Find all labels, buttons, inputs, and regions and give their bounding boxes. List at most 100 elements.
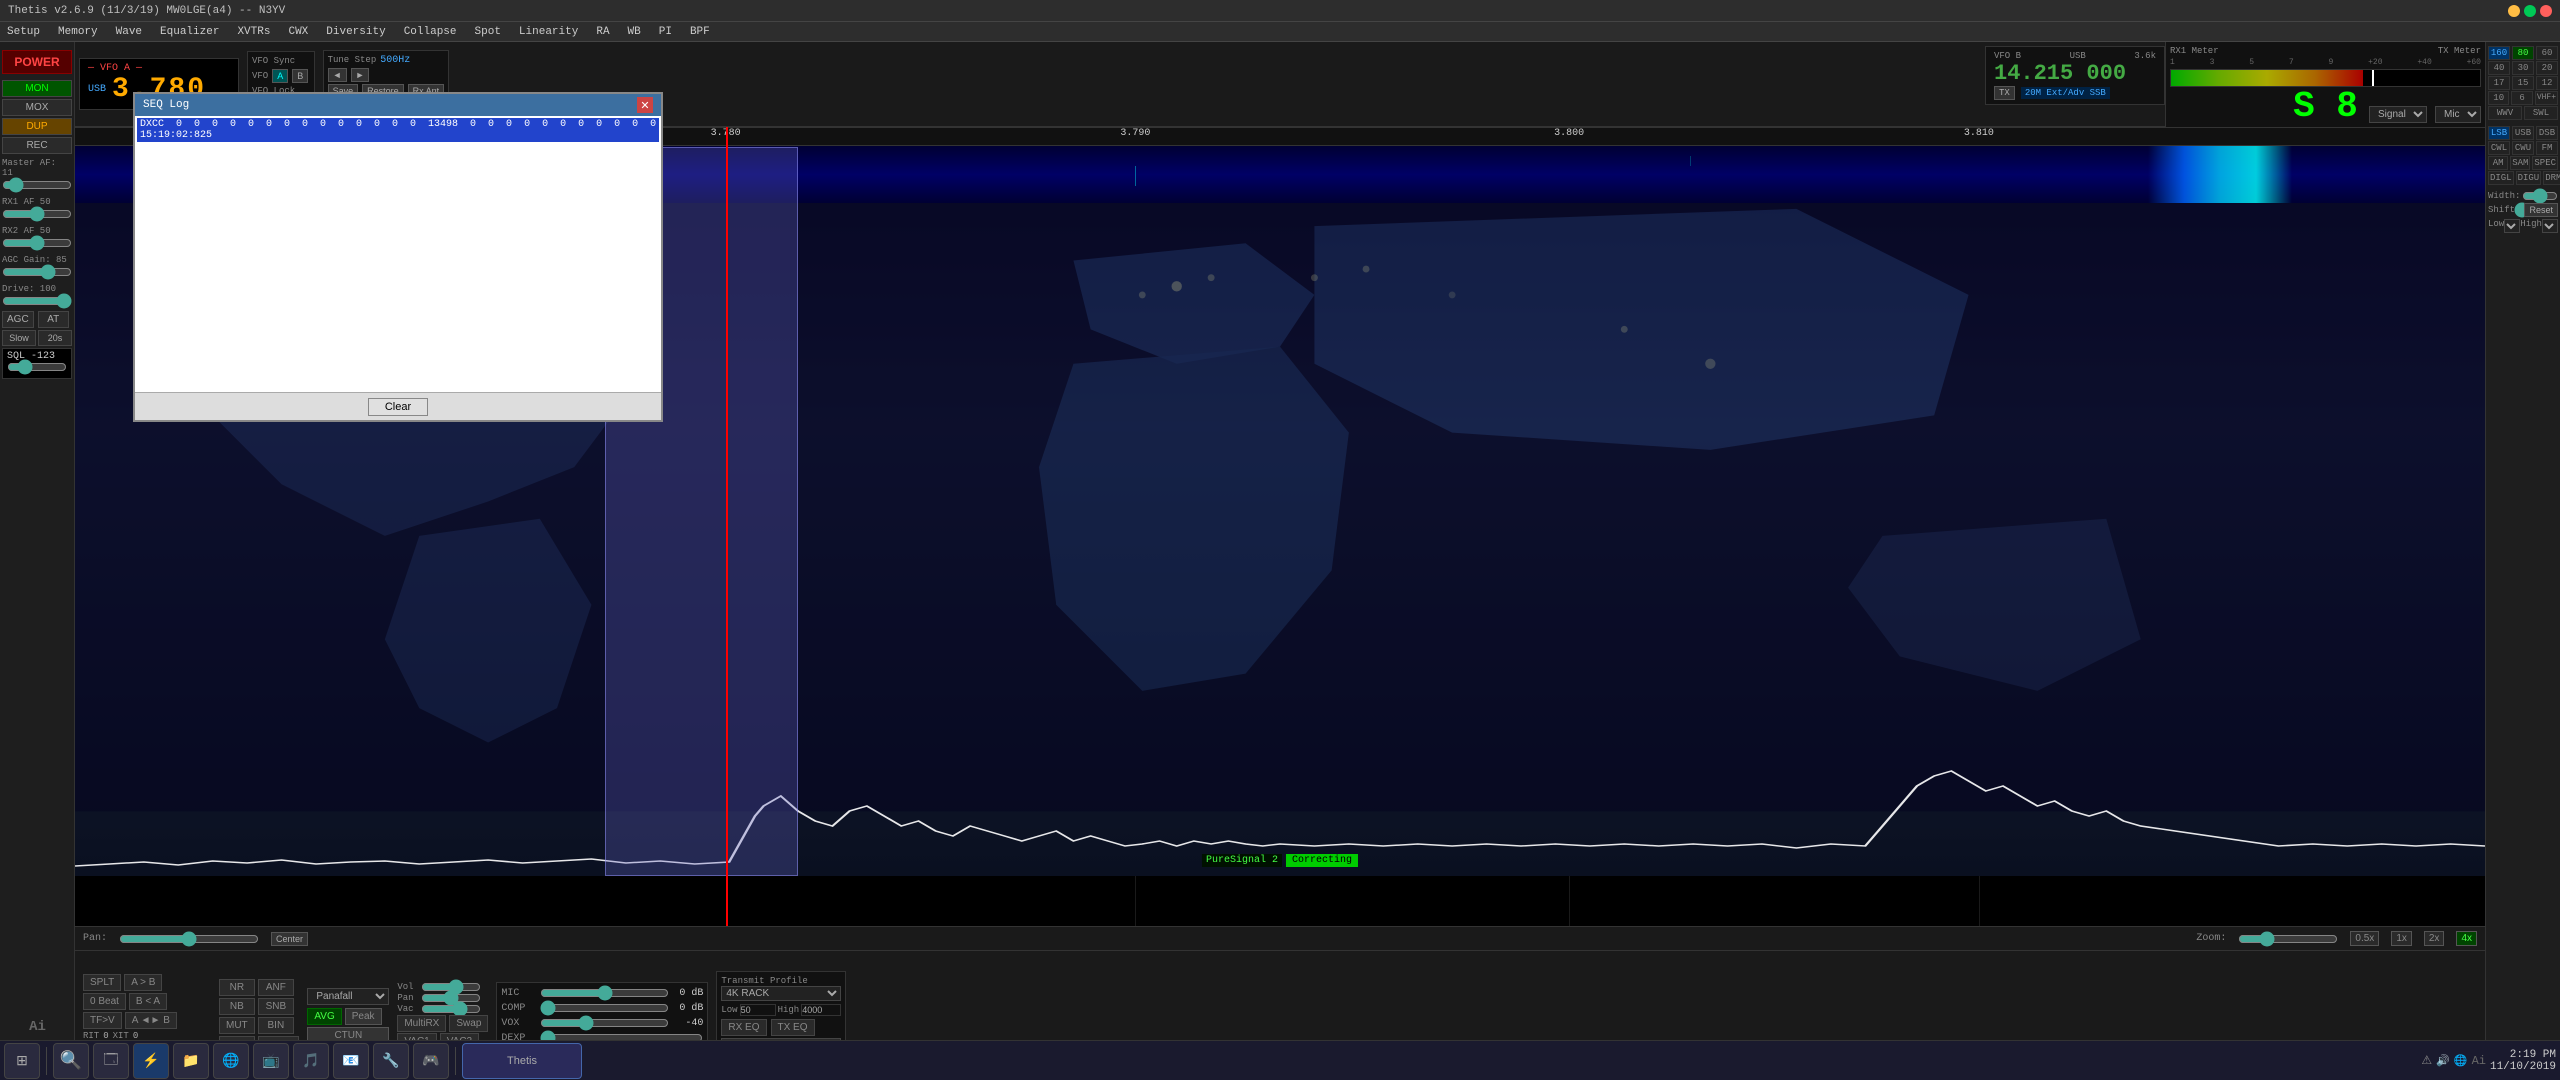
band-40-button[interactable]: 40 — [2488, 61, 2510, 75]
power-button[interactable]: POWER — [2, 50, 72, 74]
band-12-button[interactable]: 12 — [2536, 76, 2558, 90]
vox-slider[interactable] — [540, 1017, 669, 1029]
peak-button[interactable]: Peak — [345, 1008, 382, 1025]
low-filter-select[interactable]: Low — [2504, 219, 2520, 233]
mode-cwu-button[interactable]: CWU — [2512, 141, 2534, 155]
tf-sv-button[interactable]: TF>V — [83, 1012, 122, 1029]
agc-button[interactable]: AGC — [2, 311, 34, 328]
mode-am-button[interactable]: AM — [2488, 156, 2508, 170]
menu-ra[interactable]: RA — [593, 26, 612, 38]
taskbar-icon-10[interactable]: 🎮 — [413, 1043, 449, 1079]
a-to-b-button[interactable]: A > B — [124, 974, 162, 991]
zoom-slider[interactable] — [2238, 934, 2338, 944]
band-30-button[interactable]: 30 — [2512, 61, 2534, 75]
menu-wave[interactable]: Wave — [113, 26, 145, 38]
a-eq-b-button[interactable]: A ◄► B — [125, 1012, 177, 1029]
band-vhf-button[interactable]: VHF+ — [2535, 91, 2558, 105]
mode-digu-button[interactable]: DIGU — [2516, 171, 2542, 185]
anf-button[interactable]: ANF — [258, 979, 294, 996]
rec-button[interactable]: REC — [2, 137, 72, 154]
taskbar-icon-8[interactable]: 📧 — [333, 1043, 369, 1079]
multirx-button[interactable]: MultiRX — [397, 1015, 446, 1032]
snb-button[interactable]: SNB — [258, 998, 294, 1015]
menu-bpf[interactable]: BPF — [687, 26, 713, 38]
zoom-1x-button[interactable]: 1x — [2391, 931, 2412, 946]
tune-down-button[interactable]: ◄ — [328, 68, 347, 82]
nb-button[interactable]: NB — [219, 998, 255, 1015]
menu-collapse[interactable]: Collapse — [401, 26, 460, 38]
dup-button[interactable]: DUP — [2, 118, 72, 135]
tune-up-button[interactable]: ► — [351, 68, 370, 82]
agc-gain-slider[interactable] — [2, 266, 72, 278]
band-60-button[interactable]: 60 — [2536, 46, 2558, 60]
active-app-button[interactable]: Thetis — [462, 1043, 582, 1079]
menu-wb[interactable]: WB — [625, 26, 644, 38]
mon-button[interactable]: MON — [2, 80, 72, 97]
band-160-button[interactable]: 160 — [2488, 46, 2510, 60]
rx2-af-slider[interactable] — [2, 237, 72, 249]
pan-slider[interactable] — [119, 934, 259, 944]
close-button[interactable] — [2540, 5, 2552, 17]
maximize-button[interactable] — [2524, 5, 2536, 17]
band-20-button[interactable]: 20 — [2536, 61, 2558, 75]
mode-dsb-button[interactable]: DSB — [2536, 126, 2558, 140]
vfo-a-button[interactable]: A — [272, 69, 288, 83]
band-swl-button[interactable]: SWL — [2524, 106, 2558, 120]
mic-select[interactable]: Mic — [2435, 106, 2481, 123]
signal-select[interactable]: Signal — [2369, 106, 2427, 123]
menu-xvtrs[interactable]: XVTRs — [234, 26, 273, 38]
beat-button[interactable]: 0 Beat — [83, 993, 126, 1010]
taskbar-icon-9[interactable]: 🔧 — [373, 1043, 409, 1079]
avg-button[interactable]: AVG — [307, 1008, 341, 1025]
zoom-4x-button[interactable]: 4x — [2456, 931, 2477, 946]
zoom-05x-button[interactable]: 0.5x — [2350, 931, 2379, 946]
menu-spot[interactable]: Spot — [472, 26, 504, 38]
mode-usb-button[interactable]: USB — [2512, 126, 2534, 140]
swap-button[interactable]: Swap — [449, 1015, 488, 1032]
menu-pi[interactable]: PI — [656, 26, 675, 38]
low-input[interactable] — [740, 1004, 776, 1016]
splt-button[interactable]: SPLT — [83, 974, 121, 991]
clear-button[interactable]: Clear — [368, 398, 428, 416]
band-17-button[interactable]: 17 — [2488, 76, 2510, 90]
menu-equalizer[interactable]: Equalizer — [157, 26, 222, 38]
mode-fm-button[interactable]: FM — [2536, 141, 2558, 155]
center-button[interactable]: Center — [271, 932, 308, 946]
taskbar-icon-2[interactable]: 🗔 — [93, 1043, 129, 1079]
fast-button[interactable]: 20s — [38, 330, 72, 346]
vac-slider[interactable] — [421, 1004, 481, 1014]
seq-log-close-button[interactable]: ✕ — [637, 97, 653, 113]
tx-profile-select[interactable]: 4K RACK — [721, 986, 841, 1001]
band-80-button[interactable]: 80 — [2512, 46, 2534, 60]
taskbar-icon-5[interactable]: 🌐 — [213, 1043, 249, 1079]
band-wwv-button[interactable]: WWV — [2488, 106, 2522, 120]
slow-button[interactable]: Slow — [2, 330, 36, 346]
menu-cwx[interactable]: CWX — [285, 26, 311, 38]
mut-button[interactable]: MUT — [219, 1017, 255, 1034]
band-6-button[interactable]: 6 — [2511, 91, 2532, 105]
bin-button[interactable]: BIN — [258, 1017, 294, 1034]
band-10-button[interactable]: 10 — [2488, 91, 2509, 105]
mode-digl-button[interactable]: DIGL — [2488, 171, 2514, 185]
taskbar-icon-4[interactable]: 📁 — [173, 1043, 209, 1079]
mode-drm-button[interactable]: DRM — [2543, 171, 2560, 185]
rx-eq-button[interactable]: RX EQ — [721, 1019, 766, 1036]
taskbar-icon-1[interactable]: 🔍 — [53, 1043, 89, 1079]
taskbar-icon-6[interactable]: 📺 — [253, 1043, 289, 1079]
taskbar-icon-3[interactable]: ⚡ — [133, 1043, 169, 1079]
width-slider[interactable] — [2522, 191, 2558, 201]
minimize-button[interactable] — [2508, 5, 2520, 17]
high-filter-select[interactable]: High — [2542, 219, 2558, 233]
master-af-slider[interactable] — [2, 179, 72, 191]
nr-button[interactable]: NR — [219, 979, 255, 996]
comp-slider[interactable] — [540, 1002, 669, 1014]
band-15-button[interactable]: 15 — [2512, 76, 2534, 90]
tx-eq-button[interactable]: TX EQ — [771, 1019, 815, 1036]
taskbar-icon-7[interactable]: 🎵 — [293, 1043, 329, 1079]
mode-cwl-button[interactable]: CWL — [2488, 141, 2510, 155]
panafall-select[interactable]: Panafall Panadapter Waterfall — [307, 988, 389, 1005]
b-to-a-button[interactable]: B < A — [129, 993, 167, 1010]
mic-slider[interactable] — [540, 987, 669, 999]
zoom-2x-button[interactable]: 2x — [2424, 931, 2445, 946]
seq-log-content[interactable]: DXCC 0 0 0 0 0 0 0 0 0 0 0 0 0 0 13498 0… — [135, 116, 661, 392]
